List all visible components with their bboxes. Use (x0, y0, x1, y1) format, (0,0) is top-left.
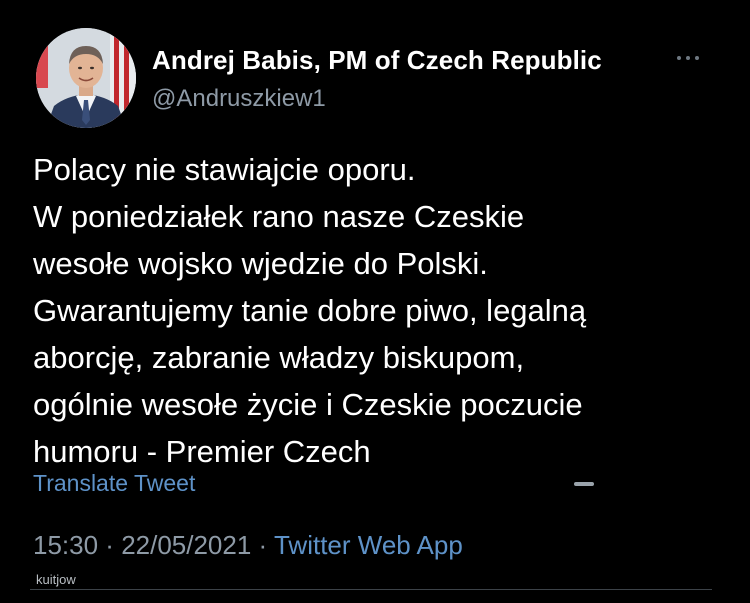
more-dot (677, 56, 681, 60)
tweet-text-line: W poniedziałek rano nasze Czeskie (33, 199, 525, 234)
tweet-text-line: Gwarantujemy tanie dobre piwo, legalną (33, 293, 587, 328)
tweet-card: Andrej Babis, PM of Czech Republic @Andr… (0, 0, 750, 603)
tweet-text-line: ogólnie wesołe życie i Czeskie poczucie (33, 387, 583, 422)
more-horizontal-icon[interactable] (677, 48, 717, 68)
tweet-source-link[interactable]: Twitter Web App (274, 530, 463, 560)
author-display-name[interactable]: Andrej Babis, PM of Czech Republic (152, 45, 602, 76)
avatar[interactable] (36, 28, 136, 128)
tweet-date[interactable]: 22/05/2021 (121, 530, 251, 560)
tweet-text: Polacy nie stawiajcie oporu. W poniedzia… (33, 146, 733, 475)
tweet-text-line: wesołe wojsko wjedzie do Polski. (33, 246, 488, 281)
watermark: kuitjow (36, 572, 76, 587)
meta-separator: · (251, 530, 274, 560)
divider-mark (574, 482, 594, 486)
tweet-metadata: 15:30 · 22/05/2021 · Twitter Web App (33, 530, 463, 561)
more-dot (695, 56, 699, 60)
tweet-text-line: aborcję, zabranie władzy biskupom, (33, 340, 525, 375)
bottom-divider (30, 589, 712, 590)
author-handle[interactable]: @Andruszkiew1 (152, 85, 326, 113)
tweet-time[interactable]: 15:30 (33, 530, 98, 560)
tweet-text-line: humoru - Premier Czech (33, 434, 371, 469)
avatar-photo (36, 28, 136, 128)
meta-separator: · (98, 530, 122, 560)
more-dot (686, 56, 690, 60)
translate-tweet-link[interactable]: Translate Tweet (33, 470, 195, 497)
tweet-text-line: Polacy nie stawiajcie oporu. (33, 152, 416, 187)
